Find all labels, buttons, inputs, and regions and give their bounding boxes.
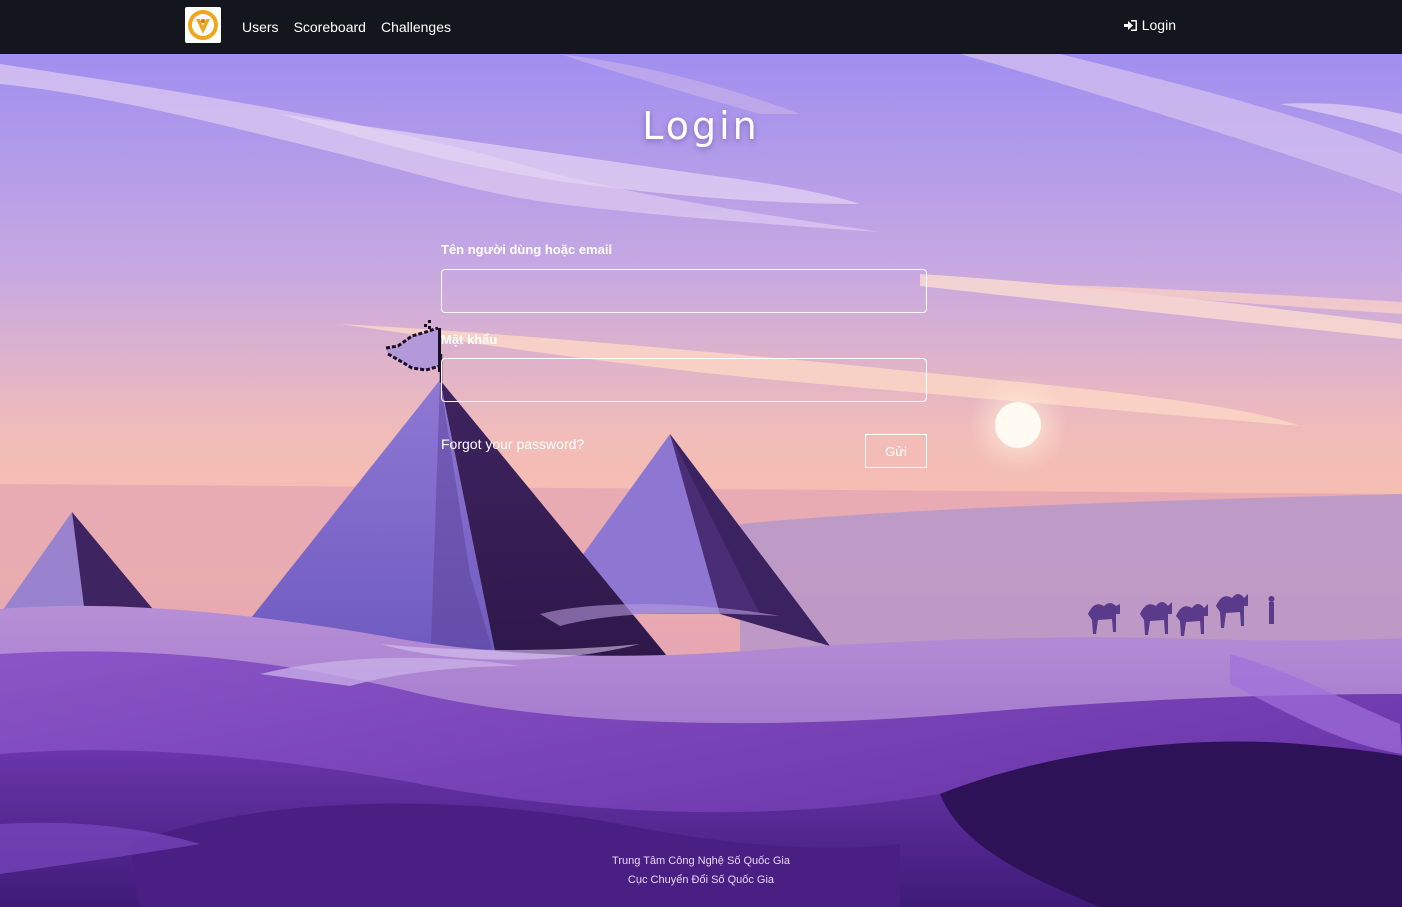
password-label: Mật khẩu	[441, 332, 498, 347]
nav-login-label: Login	[1141, 17, 1176, 33]
footer-line-2: Cục Chuyển Đổi Số Quốc Gia	[627, 874, 775, 886]
background-scene: Login Tên người dùng hoặc email Mật khẩu…	[0, 54, 1402, 907]
flag-icon	[385, 320, 441, 372]
footer: Trung Tâm Công Nghệ Số Quốc Gia Cục Chuy…	[0, 852, 1402, 890]
navbar: Users Scoreboard Challenges Login	[0, 0, 1402, 54]
submit-button[interactable]: Gửi	[865, 434, 927, 468]
password-input[interactable]	[441, 358, 927, 402]
nav-users[interactable]: Users	[242, 19, 279, 35]
page-title: Login	[642, 104, 760, 148]
forgot-password-link[interactable]: Forgot your password?	[441, 436, 584, 452]
brand-logo[interactable]	[185, 7, 221, 43]
sign-in-icon	[1123, 19, 1137, 31]
desert-illustration	[0, 54, 1402, 907]
nav-scoreboard[interactable]: Scoreboard	[294, 19, 366, 35]
footer-line-1: Trung Tâm Công Nghệ Số Quốc Gia	[612, 855, 790, 867]
logo-icon	[188, 10, 218, 40]
nav-login-button[interactable]: Login	[1123, 0, 1176, 50]
username-label: Tên người dùng hoặc email	[441, 242, 613, 257]
nav-challenges[interactable]: Challenges	[381, 19, 451, 35]
username-input[interactable]	[441, 269, 927, 313]
nav-links: Users Scoreboard Challenges	[242, 0, 466, 54]
